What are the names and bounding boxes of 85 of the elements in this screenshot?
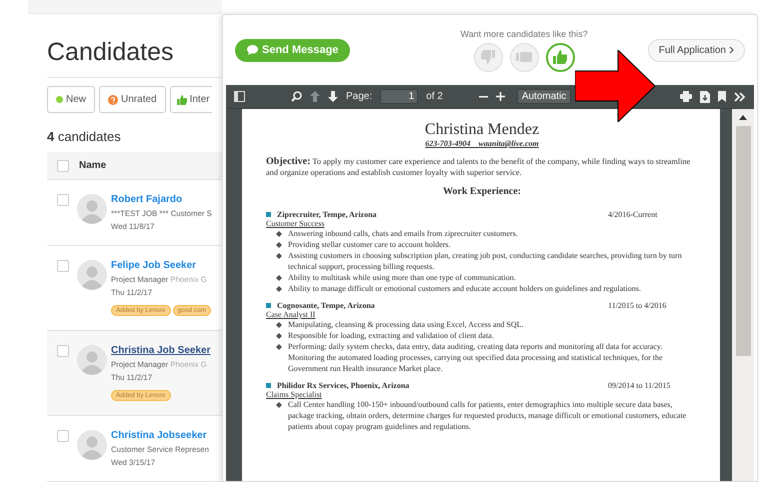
square-bullet-icon	[266, 383, 271, 388]
arrow-down-icon	[328, 91, 338, 102]
objective-text: Objective: To apply my customer care experience and talents to the benefit of the company, while finding ways to streamline and organize operations and establish customer loyalty with superior service.	[266, 156, 692, 178]
column-header: Name	[79, 160, 106, 171]
sidebar-icon	[234, 91, 245, 102]
filter-button[interactable]: Unrated	[99, 86, 166, 113]
rating-prompt: Want more candidates like this?	[460, 28, 588, 38]
search-icon	[291, 91, 302, 102]
page-label: Page:	[346, 91, 372, 102]
page-total: of 2	[426, 91, 443, 102]
zoom-select[interactable]: Automatic	[516, 89, 572, 104]
search-button[interactable]	[291, 91, 302, 102]
sidebar-toggle-button[interactable]	[234, 91, 245, 102]
rating-button[interactable]	[546, 42, 575, 72]
avatar-icon	[77, 345, 107, 375]
bullet-text: Manipulating, cleansing & processing data using Excel, Access and SQL.	[288, 319, 524, 330]
arrow-up-icon	[310, 91, 320, 102]
bookmark-button[interactable]	[718, 91, 726, 102]
employment-dates: 4/2016-Current	[608, 210, 658, 219]
bullet-text: Ability to manage difficult or emotional customers and educate account holders on guidelines and regulations.	[288, 283, 641, 294]
job-role: Claims Specialist	[266, 390, 323, 399]
bullet-text: Responsible for loading, extracting and validation of client data.	[288, 330, 494, 341]
employer-name: Cognosante, Tempe, Arizona	[277, 301, 376, 310]
diamond-bullet-icon	[276, 344, 282, 350]
candidate-name-link[interactable]: Christina Job Seeker	[111, 345, 210, 356]
avatar-icon	[77, 430, 107, 460]
page-number-field[interactable]: 1	[380, 89, 418, 104]
checkbox[interactable]	[57, 160, 69, 172]
resume-contact: 623-703-4904 waanita@live.com	[424, 139, 540, 148]
avatar-icon	[77, 194, 107, 224]
scroll-up-icon	[739, 115, 747, 120]
bullet-text: Answering inbound calls, chats and emails from ziprecruiter customers.	[288, 228, 518, 239]
scroll-thumb[interactable]	[736, 126, 750, 356]
chevron-right-icon	[728, 46, 734, 54]
job-role: Case Analyst II	[266, 310, 316, 319]
diamond-bullet-icon	[276, 286, 282, 292]
previous-page-button[interactable]	[310, 91, 320, 102]
checkbox[interactable]	[57, 194, 69, 206]
next-page-button[interactable]	[328, 91, 338, 102]
candidate-name-link[interactable]: Felipe Job Seeker	[111, 260, 212, 271]
filter-button[interactable]: Inter	[170, 86, 212, 113]
scrollbar[interactable]	[732, 109, 754, 481]
double-chevron-icon	[734, 92, 746, 102]
employer-name: Philidor Rx Services, Phoenix, Arizona	[277, 381, 410, 390]
bullet-text: Ability to multitask while using more than one type of communication.	[288, 272, 516, 283]
speech-bubble-icon	[247, 45, 258, 55]
resume-name: Christina Mendez	[424, 121, 540, 139]
bullet-text: Call Center handling 100-150+ inbound/outbound calls for patients, enter demographics into multiple secure data bases, package tracking, obtain orders, determine charges for requested products, manage difficult or emotional customers, educate patients about copay program guidelines and regulations.	[288, 399, 688, 432]
download-button[interactable]	[700, 90, 710, 102]
bullet-text: Performing: daily system checks, data entry, data auditing, creating data reports and monitoring all data for accuracy. Monitoring the automated loading processes, carrying out specified data processing and statistical techniques, for the Government run Health insurance Market place.	[288, 341, 664, 374]
bullet-text: Assisting customers in choosing subscription plan, creating job post, conducting candidate searches, providing turn by turn technical support, processing billing requests.	[288, 250, 683, 272]
checkbox[interactable]	[57, 260, 69, 272]
diamond-bullet-icon	[276, 402, 282, 408]
diamond-bullet-icon	[276, 322, 282, 328]
status-dot-icon	[56, 96, 63, 103]
diamond-bullet-icon	[276, 242, 282, 248]
thumbs-up-icon	[176, 94, 187, 104]
bookmark-icon	[718, 91, 726, 102]
plus-icon	[496, 92, 505, 101]
candidate-name-link[interactable]: Robert Fajardo	[111, 194, 212, 205]
diamond-bullet-icon	[276, 333, 282, 339]
checkbox[interactable]	[57, 430, 69, 442]
question-icon	[108, 94, 118, 104]
avatar-icon	[77, 260, 107, 290]
more-tools-button[interactable]	[734, 92, 746, 102]
document-download-icon	[700, 90, 710, 102]
zoom-in-button[interactable]	[496, 92, 505, 101]
diamond-bullet-icon	[276, 275, 282, 281]
bullet-text: Providing stellar customer care to account holders.	[288, 239, 450, 250]
employment-dates: 09/2014 to 11/2015	[608, 381, 672, 390]
thumbs-up-icon	[552, 49, 568, 65]
thumbs-down-icon	[480, 49, 496, 65]
checkbox[interactable]	[57, 345, 69, 357]
candidate-count: 4 candidates	[47, 129, 122, 144]
employment-dates: 11/2015 to 4/2016	[608, 301, 668, 310]
diamond-bullet-icon	[276, 253, 282, 259]
candidate-name-link[interactable]: Christina Jobseeker	[111, 430, 209, 441]
section-heading: Work Experience:	[442, 186, 522, 197]
diamond-bullet-icon	[276, 231, 282, 237]
filter-button[interactable]: New	[47, 86, 96, 113]
square-bullet-icon	[266, 303, 271, 308]
employer-name: Ziprecruiter, Tempe, Arizona	[277, 210, 378, 219]
job-role: Customer Success	[266, 219, 326, 228]
full-application-button[interactable]: Full Application	[648, 38, 745, 62]
square-bullet-icon	[266, 212, 271, 217]
